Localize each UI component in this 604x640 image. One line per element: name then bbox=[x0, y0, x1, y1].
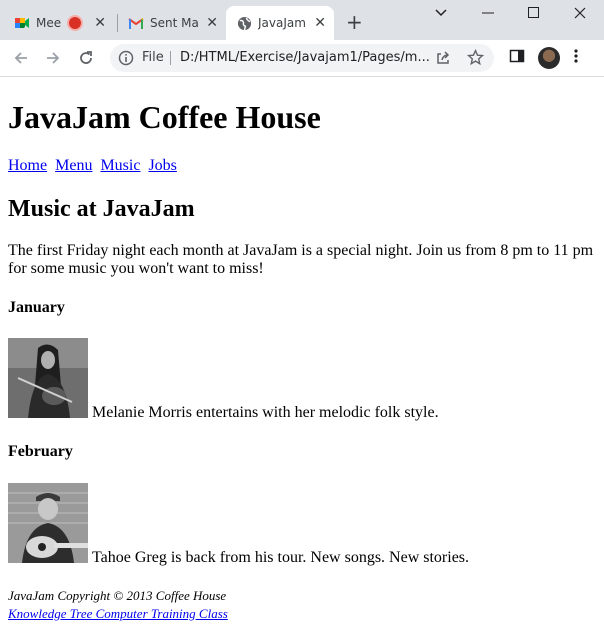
tab-search-icon[interactable] bbox=[418, 0, 464, 26]
nav-link-jobs[interactable]: Jobs bbox=[148, 157, 176, 174]
main-nav: Home Menu Music Jobs bbox=[8, 157, 185, 175]
tab-gmail[interactable]: Sent Ma ✕ bbox=[128, 6, 224, 40]
tab-divider bbox=[117, 14, 118, 32]
month-heading-january: January bbox=[8, 299, 65, 316]
url-text[interactable]: D:/HTML/Exercise/Javajam1/Pages/m... bbox=[180, 50, 430, 65]
close-tab-icon[interactable]: ✕ bbox=[314, 15, 326, 31]
event-description-january: Melanie Morris entertains with her melod… bbox=[92, 404, 439, 421]
performer-photo-melanie bbox=[8, 338, 88, 418]
gmail-icon bbox=[128, 15, 144, 31]
reload-button[interactable] bbox=[75, 48, 97, 68]
event-description-february: Tahoe Greg is back from his tour. New so… bbox=[92, 549, 470, 566]
copyright-text: JavaJam Copyright © 2013 Coffee House bbox=[8, 588, 227, 603]
forward-button[interactable] bbox=[42, 48, 64, 68]
page-footer: JavaJam Copyright © 2013 Coffee House Kn… bbox=[8, 587, 228, 623]
google-meet-icon bbox=[14, 15, 30, 31]
url-scheme-label: File bbox=[142, 50, 164, 65]
close-window-button[interactable] bbox=[557, 0, 603, 26]
maximize-button[interactable] bbox=[511, 0, 557, 26]
tab-javajam[interactable]: JavaJam ✕ bbox=[226, 6, 334, 40]
tab-strip: Mee ✕ Sent Ma ✕ JavaJam ✕ + bbox=[0, 0, 604, 40]
omnibox-divider bbox=[170, 51, 171, 65]
browser-toolbar: File D:/HTML/Exercise/Javajam1/Pages/m..… bbox=[0, 40, 604, 77]
tab-title: Sent Ma bbox=[150, 16, 199, 30]
back-button[interactable] bbox=[10, 48, 32, 68]
month-heading-february: February bbox=[8, 443, 73, 460]
share-icon[interactable] bbox=[435, 50, 451, 70]
more-menu-icon[interactable] bbox=[574, 48, 578, 64]
tab-title: JavaJam bbox=[258, 16, 306, 30]
bookmark-star-icon[interactable] bbox=[466, 48, 485, 70]
tab-title: Mee bbox=[36, 16, 62, 30]
address-bar[interactable]: File D:/HTML/Exercise/Javajam1/Pages/m..… bbox=[110, 44, 494, 72]
minimize-button[interactable] bbox=[465, 0, 511, 26]
nav-link-home[interactable]: Home bbox=[8, 157, 47, 174]
side-panel-icon[interactable] bbox=[509, 48, 525, 64]
profile-avatar[interactable] bbox=[538, 47, 560, 69]
info-icon[interactable] bbox=[118, 50, 134, 66]
new-tab-button[interactable]: + bbox=[346, 12, 363, 32]
recording-icon bbox=[69, 17, 82, 29]
page-title: JavaJam Coffee House bbox=[8, 99, 321, 135]
footer-link[interactable]: Knowledge Tree Computer Training Class bbox=[8, 606, 228, 621]
close-tab-icon[interactable]: ✕ bbox=[94, 15, 106, 31]
nav-link-music[interactable]: Music bbox=[100, 157, 140, 174]
performer-photo-greg bbox=[8, 483, 88, 563]
intro-paragraph: The first Friday night each month at Jav… bbox=[8, 242, 594, 277]
tab-meet[interactable]: Mee ✕ bbox=[14, 6, 114, 40]
globe-icon bbox=[236, 15, 252, 31]
nav-link-menu[interactable]: Menu bbox=[55, 157, 92, 174]
section-heading: Music at JavaJam bbox=[8, 196, 195, 222]
close-tab-icon[interactable]: ✕ bbox=[206, 15, 218, 31]
